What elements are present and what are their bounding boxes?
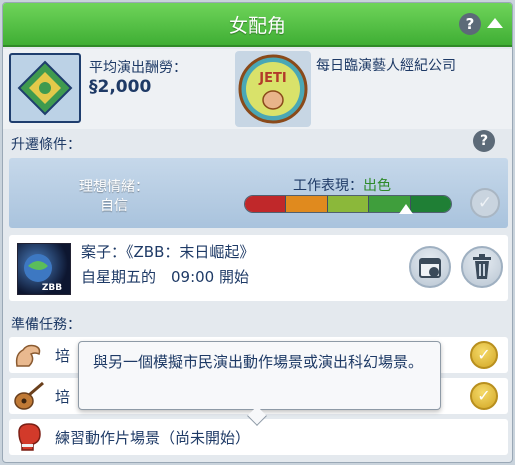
delete-gig-button[interactable] xyxy=(461,246,503,288)
help-icon[interactable]: ? xyxy=(459,13,481,35)
boxing-glove-icon xyxy=(11,421,47,453)
pay-badge-icon xyxy=(9,53,81,123)
agency-name: 每日臨演藝人經紀公司 xyxy=(316,58,456,74)
task-text: 培 xyxy=(55,388,71,406)
task-complete-check-icon: ✓ xyxy=(470,382,498,410)
collapse-arrow-icon[interactable] xyxy=(487,18,503,28)
promotion-check-icon: ✓ xyxy=(470,188,500,218)
performance-meter-segment xyxy=(245,196,286,212)
performance-label: 工作表現：出色 xyxy=(293,175,391,195)
performance-meter-segment xyxy=(409,196,451,212)
task-text: 練習動作片場景（尚未開始） xyxy=(55,429,251,447)
gig-poster-icon: ZBB xyxy=(17,243,71,295)
promotion-help-icon[interactable]: ? xyxy=(473,130,495,152)
guitar-icon xyxy=(11,380,47,412)
performance-marker-icon xyxy=(399,204,414,214)
agency-logo-text: JETI xyxy=(258,71,286,86)
schedule-button[interactable] xyxy=(409,246,451,288)
ideal-mood-value: 自信 xyxy=(100,198,128,214)
task-complete-check-icon: ✓ xyxy=(470,341,498,369)
calendar-icon xyxy=(419,258,441,278)
performance-value: 出色 xyxy=(363,178,391,194)
agency-logo-icon: JETI xyxy=(235,51,311,127)
career-title: 女配角 xyxy=(228,15,286,37)
task-tooltip: 與另一個模擬市民演出動作場景或演出科幻場景。 xyxy=(78,341,441,410)
performance-meter-segment xyxy=(285,196,327,212)
gig-poster-caption: ZBB xyxy=(42,283,62,293)
prep-tasks-section-label: 準備任務： xyxy=(11,317,81,333)
gig-card: ZBB 案子：《ZBB：末日崛起》 自星期五的 09:00 開始 xyxy=(9,235,508,301)
promotion-requirements: 理想情緒： 自信 工作表現：出色 ✓ xyxy=(9,158,508,228)
career-info-row: 平均演出酬勞： §2,000 JETI 每日臨演藝人經紀公司 xyxy=(3,49,512,129)
performance-meter xyxy=(244,195,452,213)
performance-meter-segment xyxy=(326,196,369,212)
muscle-arm-icon xyxy=(11,339,47,371)
trash-icon xyxy=(473,254,491,279)
gig-title: 案子：《ZBB：末日崛起》 xyxy=(81,243,255,261)
promotion-section-label: 升遷條件： xyxy=(11,137,81,153)
average-pay-value: §2,000 xyxy=(89,77,152,97)
gig-start-time: 自星期五的 09:00 開始 xyxy=(81,268,249,286)
performance-label-text: 工作表現： xyxy=(293,178,363,194)
panel-header: 女配角 ? xyxy=(3,3,512,47)
average-pay-label: 平均演出酬勞： xyxy=(89,60,187,76)
task-text: 培 xyxy=(55,347,71,365)
ideal-mood-label: 理想情緒： xyxy=(79,179,149,195)
career-panel: 女配角 ? 平均演出酬勞： §2,000 JETI 每日臨演藝人經紀公司 升遷條… xyxy=(2,2,513,463)
